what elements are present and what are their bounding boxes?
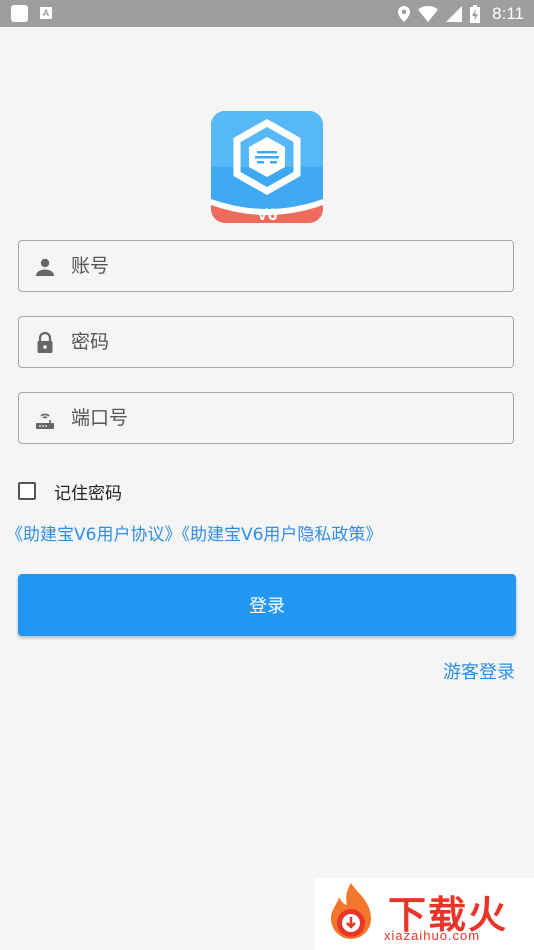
- logo-badge-text: V6: [257, 205, 278, 223]
- battery-charging-icon: [470, 4, 481, 23]
- user-icon: [36, 258, 54, 276]
- status-bar: A 8:11: [0, 0, 534, 27]
- remember-password-row[interactable]: 记住密码: [18, 479, 122, 504]
- status-icons: 8:11: [398, 0, 524, 27]
- login-button[interactable]: 登录: [18, 574, 516, 636]
- password-field[interactable]: [18, 316, 514, 368]
- port-input[interactable]: [71, 393, 501, 443]
- user-agreement-link[interactable]: 《助建宝V6用户协议》: [6, 525, 181, 545]
- privacy-policy-link[interactable]: 《助建宝V6用户隐私政策》: [181, 525, 382, 545]
- guest-login-link[interactable]: 游客登录: [443, 658, 515, 684]
- notification-icon: [11, 5, 28, 22]
- password-input[interactable]: [71, 317, 501, 367]
- clock: 8:11: [492, 3, 524, 23]
- wifi-icon: [418, 5, 439, 22]
- location-icon: [398, 5, 411, 22]
- remember-password-checkbox[interactable]: [18, 482, 36, 500]
- lock-icon: [37, 331, 53, 353]
- port-field[interactable]: [18, 392, 514, 444]
- agreement-links: 《助建宝V6用户协议》《助建宝V6用户隐私政策》: [6, 520, 382, 545]
- app-logo: V6: [211, 111, 323, 223]
- remember-password-label[interactable]: 记住密码: [54, 479, 122, 504]
- router-icon: [36, 413, 54, 429]
- watermark: 下载火 xiazaihuo.com: [314, 878, 534, 950]
- account-input[interactable]: [71, 241, 501, 291]
- watermark-url: xiazaihuo.com: [384, 928, 481, 943]
- keyboard-icon: A: [40, 7, 52, 19]
- flame-logo-icon: [331, 883, 371, 939]
- account-field[interactable]: [18, 240, 514, 292]
- signal-icon: [446, 5, 463, 22]
